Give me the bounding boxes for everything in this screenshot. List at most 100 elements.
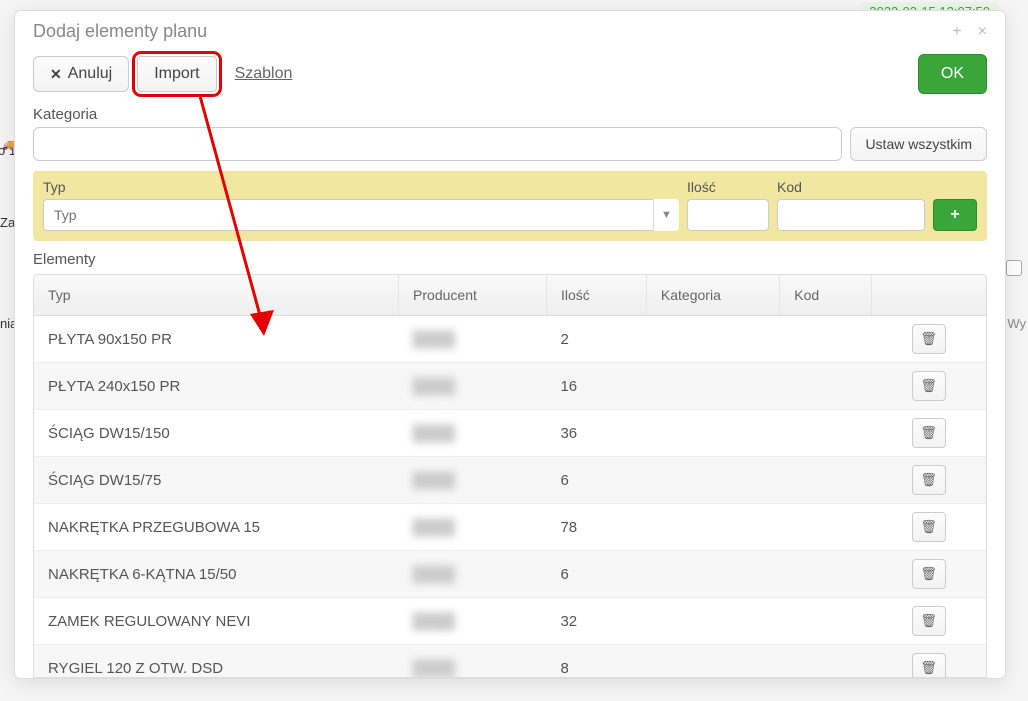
- cell-kategoria: [646, 316, 779, 363]
- typ-label: Typ: [43, 179, 679, 195]
- table-row[interactable]: RYGIEL 120 Z OTW. DSD ████ 8 🗑: [34, 645, 986, 678]
- add-plan-elements-dialog: Dodaj elementy planu + × ✕ Anuluj Import…: [14, 10, 1006, 679]
- trash-icon: 🗑: [920, 519, 937, 535]
- cell-kod: [780, 316, 872, 363]
- cell-kod: [780, 645, 872, 678]
- dialog-toolbar: ✕ Anuluj Import Szablon OK: [15, 48, 1005, 106]
- cell-typ: ŚCIĄG DW15/75: [34, 457, 399, 504]
- cell-actions: 🗑: [871, 504, 986, 551]
- cell-producent: ████: [399, 457, 547, 504]
- cell-kod: [780, 410, 872, 457]
- cell-typ: RYGIEL 120 Z OTW. DSD: [34, 645, 399, 678]
- cell-producent: ████: [399, 504, 547, 551]
- table-row[interactable]: PŁYTA 90x150 PR ████ 2 🗑: [34, 316, 986, 363]
- cell-ilosc: 16: [546, 363, 646, 410]
- cancel-label: Anuluj: [68, 65, 112, 83]
- cancel-button[interactable]: ✕ Anuluj: [33, 56, 129, 92]
- trash-icon: 🗑: [920, 378, 937, 394]
- cell-kategoria: [646, 551, 779, 598]
- col-header-kategoria[interactable]: Kategoria: [646, 275, 779, 316]
- cell-ilosc: 36: [546, 410, 646, 457]
- cell-producent: ████: [399, 598, 547, 645]
- delete-row-button[interactable]: 🗑: [912, 606, 946, 636]
- x-icon: ✕: [50, 66, 62, 83]
- import-label: Import: [154, 65, 199, 83]
- cell-typ: ZAMEK REGULOWANY NEVI: [34, 598, 399, 645]
- dialog-close-icon[interactable]: ×: [978, 24, 987, 40]
- cell-ilosc: 6: [546, 457, 646, 504]
- table-row[interactable]: NAKRĘTKA 6-KĄTNA 15/50 ████ 6 🗑: [34, 551, 986, 598]
- cell-kategoria: [646, 457, 779, 504]
- bg-text: Wy: [1007, 316, 1026, 331]
- ustaw-wszystkim-button[interactable]: Ustaw wszystkim: [850, 127, 987, 161]
- cell-kod: [780, 551, 872, 598]
- delete-row-button[interactable]: 🗑: [912, 465, 946, 495]
- kod-input[interactable]: [777, 199, 925, 231]
- cell-kategoria: [646, 598, 779, 645]
- cell-kategoria: [646, 363, 779, 410]
- cell-ilosc: 32: [546, 598, 646, 645]
- cell-producent: ████: [399, 551, 547, 598]
- cell-actions: 🗑: [871, 363, 986, 410]
- trash-icon: 🗑: [920, 660, 937, 676]
- cell-ilosc: 2: [546, 316, 646, 363]
- typ-combo[interactable]: [43, 199, 679, 231]
- dialog-add-icon[interactable]: +: [952, 24, 961, 40]
- trash-icon: 🗑: [920, 425, 937, 441]
- delete-row-button[interactable]: 🗑: [912, 371, 946, 401]
- ok-button[interactable]: OK: [918, 54, 987, 94]
- cell-actions: 🗑: [871, 410, 986, 457]
- trash-icon: 🗑: [920, 331, 937, 347]
- trash-icon: 🗑: [920, 566, 937, 582]
- col-header-ilosc[interactable]: Ilość: [546, 275, 646, 316]
- cell-producent: ████: [399, 410, 547, 457]
- kod-label: Kod: [777, 179, 925, 195]
- kategoria-input[interactable]: [33, 127, 842, 161]
- cell-typ: PŁYTA 240x150 PR: [34, 363, 399, 410]
- cell-producent: ████: [399, 316, 547, 363]
- cell-producent: ████: [399, 363, 547, 410]
- cell-actions: 🗑: [871, 551, 986, 598]
- dialog-header: Dodaj elementy planu + ×: [15, 11, 1005, 48]
- cell-actions: 🗑: [871, 645, 986, 678]
- truck-icon: 🚚: [2, 140, 14, 151]
- dialog-title: Dodaj elementy planu: [33, 21, 207, 42]
- cell-typ: ŚCIĄG DW15/150: [34, 410, 399, 457]
- trash-icon: 🗑: [920, 472, 937, 488]
- table-row[interactable]: ŚCIĄG DW15/150 ████ 36 🗑: [34, 410, 986, 457]
- cell-kod: [780, 457, 872, 504]
- table-scroll[interactable]: Typ Producent Ilość Kategoria Kod PŁYTA …: [34, 275, 986, 677]
- add-row-button[interactable]: +: [933, 199, 977, 231]
- cell-kod: [780, 504, 872, 551]
- delete-row-button[interactable]: 🗑: [912, 418, 946, 448]
- bg-text: Za: [0, 215, 15, 230]
- cell-kod: [780, 363, 872, 410]
- cell-kategoria: [646, 504, 779, 551]
- cell-kategoria: [646, 410, 779, 457]
- szablon-link[interactable]: Szablon: [235, 65, 293, 83]
- kategoria-label: Kategoria: [15, 106, 1005, 127]
- cell-ilosc: 6: [546, 551, 646, 598]
- delete-row-button[interactable]: 🗑: [912, 559, 946, 589]
- table-row[interactable]: NAKRĘTKA PRZEGUBOWA 15 ████ 78 🗑: [34, 504, 986, 551]
- ilosc-input[interactable]: [687, 199, 769, 231]
- col-header-kod[interactable]: Kod: [780, 275, 872, 316]
- elementy-table: Typ Producent Ilość Kategoria Kod PŁYTA …: [34, 275, 986, 677]
- cell-kod: [780, 598, 872, 645]
- trash-icon: 🗑: [920, 613, 937, 629]
- chevron-down-icon[interactable]: ▼: [653, 199, 679, 231]
- table-row[interactable]: ŚCIĄG DW15/75 ████ 6 🗑: [34, 457, 986, 504]
- cell-ilosc: 8: [546, 645, 646, 678]
- cell-typ: NAKRĘTKA PRZEGUBOWA 15: [34, 504, 399, 551]
- cell-kategoria: [646, 645, 779, 678]
- delete-row-button[interactable]: 🗑: [912, 653, 946, 677]
- bg-checkbox[interactable]: [1006, 260, 1022, 276]
- delete-row-button[interactable]: 🗑: [912, 324, 946, 354]
- quick-add-panel: Typ Ilość Kod ▼ +: [33, 171, 987, 241]
- col-header-typ[interactable]: Typ: [34, 275, 399, 316]
- table-row[interactable]: ZAMEK REGULOWANY NEVI ████ 32 🗑: [34, 598, 986, 645]
- table-row[interactable]: PŁYTA 240x150 PR ████ 16 🗑: [34, 363, 986, 410]
- import-button[interactable]: Import: [137, 56, 216, 92]
- delete-row-button[interactable]: 🗑: [912, 512, 946, 542]
- col-header-producent[interactable]: Producent: [399, 275, 547, 316]
